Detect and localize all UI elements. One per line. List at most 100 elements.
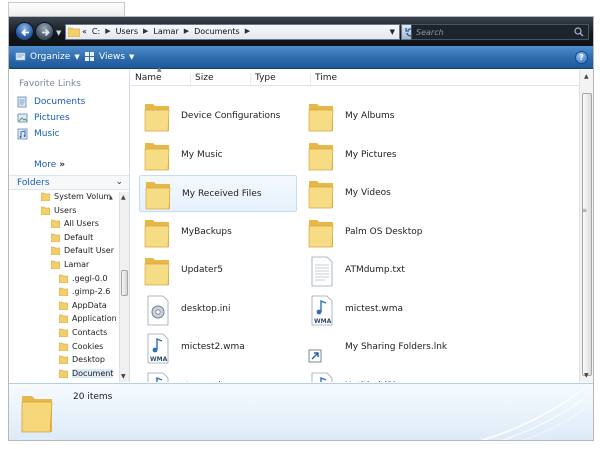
file-name: mictest.wma <box>345 303 404 314</box>
folder-tree-label: Contacts <box>72 328 108 337</box>
decorative-swoosh <box>480 387 586 440</box>
shortcut-icon <box>308 349 322 363</box>
breadcrumb-c[interactable]: C: <box>92 27 100 36</box>
file-item[interactable]: WMA Untitled (2).wma <box>303 368 461 383</box>
file-item[interactable]: Device Configurations <box>139 98 297 135</box>
file-item[interactable]: WMA stereomix.wma <box>139 368 297 383</box>
file-item[interactable]: My Videos <box>303 175 461 212</box>
organize-button[interactable]: Organize ▼ <box>15 51 80 62</box>
favorite-documents[interactable]: Documents <box>17 96 85 108</box>
organize-dropdown-icon: ▼ <box>74 52 80 61</box>
file-item[interactable]: My Albums <box>303 98 461 135</box>
help-button[interactable]: ? <box>575 51 588 64</box>
folder-tree-item[interactable]: Document <box>59 368 114 378</box>
folder-icon <box>21 396 53 433</box>
file-item[interactable]: My Received Files <box>139 175 297 212</box>
folder-tree-item[interactable]: Users <box>41 206 76 215</box>
file-name: Untitled (2).wma <box>345 381 421 383</box>
forward-button[interactable] <box>35 22 54 41</box>
folder-tree-label: Lamar <box>64 260 90 269</box>
folder-tree-item[interactable]: AppData <box>59 301 107 310</box>
folder-tree-label: All Users <box>64 219 99 229</box>
address-path-box[interactable]: « C: ▶ Users ▶ Lamar ▶ Documents ▶ ▼ <box>65 24 400 40</box>
breadcrumb-separator-icon[interactable]: ▶ <box>143 27 148 36</box>
folder-tree-item[interactable]: System Volum <box>41 192 111 201</box>
breadcrumb-separator-icon[interactable]: ▶ <box>245 27 250 36</box>
scroll-up-icon[interactable]: ▲ <box>584 73 589 80</box>
forward-arrow-icon <box>42 28 50 37</box>
address-dropdown-icon[interactable]: ▼ <box>390 28 395 36</box>
file-item[interactable]: Updater5 <box>139 252 297 289</box>
column-header-size[interactable]: Size <box>195 73 251 86</box>
file-grid: Device Configurations My Albums My Music My… <box>131 86 579 382</box>
scroll-up-icon[interactable]: ▲ <box>121 194 126 201</box>
folder-icon <box>68 27 80 37</box>
window-title-tab <box>8 2 125 16</box>
file-name: desktop.ini <box>181 303 231 314</box>
favorite-pictures[interactable]: Pictures <box>17 112 70 124</box>
file-item[interactable]: desktop.ini <box>139 291 297 328</box>
folder-tree-scrollbar[interactable]: ▲ ▼ <box>119 192 129 382</box>
search-icon[interactable] <box>574 27 584 37</box>
file-item[interactable]: WMA mictest.wma <box>303 291 461 328</box>
file-name: MyBackups <box>181 226 232 237</box>
folder-tree-label: Default User <box>64 246 115 256</box>
favorite-label: Pictures <box>34 113 70 123</box>
file-item[interactable]: MyBackups <box>139 214 297 251</box>
file-item[interactable]: ATMdump.txt <box>303 252 461 289</box>
breadcrumb-documents[interactable]: Documents <box>194 27 240 36</box>
scrollbar-thumb[interactable] <box>121 270 128 296</box>
folder-tree-item[interactable]: Default <box>51 233 93 242</box>
file-item[interactable]: My Pictures <box>303 137 461 174</box>
folder-icon <box>144 142 170 170</box>
folder-tree-item[interactable]: Cookies <box>59 342 103 351</box>
breadcrumb-separator-icon[interactable]: ▶ <box>184 27 189 36</box>
favorite-music[interactable]: Music <box>17 128 60 140</box>
folder-icon <box>308 104 334 132</box>
folder-tree-item[interactable]: .gimp-2.6 <box>59 287 110 297</box>
file-name: My Videos <box>345 188 391 198</box>
views-dropdown-icon: ▼ <box>129 52 135 61</box>
wma-file-icon: WMA <box>147 372 169 382</box>
folders-header[interactable]: Folders ⌄ <box>9 175 129 190</box>
folder-tree-item[interactable]: Desktop <box>59 355 105 365</box>
scrollbar-thumb[interactable] <box>582 93 592 376</box>
scroll-down-icon[interactable]: ▼ <box>584 372 589 379</box>
folder-tree-item[interactable]: Contacts <box>59 328 107 337</box>
breadcrumb-users[interactable]: Users <box>116 27 138 36</box>
search-input[interactable] <box>416 26 566 38</box>
views-button[interactable]: Views ▼ <box>84 51 134 62</box>
file-item[interactable]: My Sharing Folders.lnk <box>303 329 461 366</box>
column-header-time[interactable]: Time <box>315 73 371 86</box>
back-button[interactable] <box>15 22 34 41</box>
recent-pages-dropdown[interactable]: ▼ <box>56 29 61 37</box>
file-name: stereomix.wma <box>181 381 250 383</box>
folder-icon <box>308 142 334 170</box>
column-header-name[interactable]: Name <box>135 73 191 86</box>
column-header-type[interactable]: Type <box>255 73 311 86</box>
folder-tree-item[interactable]: All Users <box>51 219 99 229</box>
folder-icon <box>41 206 50 215</box>
file-list-scrollbar[interactable]: ▲ ≡ ▼ <box>579 70 593 382</box>
breadcrumb-overflow[interactable]: « <box>82 27 87 36</box>
file-name: Palm OS Desktop <box>345 226 423 237</box>
expand-arrow-icon[interactable]: ▲ <box>109 195 113 201</box>
folder-tree-item[interactable]: Application <box>59 314 117 324</box>
breadcrumb-lamar[interactable]: Lamar <box>153 27 178 36</box>
file-name: mictest2.wma <box>181 342 245 352</box>
folder-tree-label: Application <box>72 314 117 324</box>
folder-tree-item[interactable]: Default User <box>51 246 115 256</box>
favorite-links-heading: Favorite Links <box>19 79 81 89</box>
folder-tree-item[interactable]: Lamar <box>51 260 89 269</box>
file-item[interactable]: WMA mictest2.wma <box>139 329 297 366</box>
breadcrumb-separator-icon[interactable]: ▶ <box>105 27 110 36</box>
file-item[interactable]: Palm OS Desktop <box>303 214 461 251</box>
search-box[interactable] <box>411 24 589 40</box>
more-chevron-icon: » <box>59 160 66 170</box>
file-item[interactable]: My Music <box>139 137 297 174</box>
folder-tree-item[interactable]: .gegl-0.0 <box>59 274 107 283</box>
views-label: Views <box>99 51 126 62</box>
scroll-down-icon[interactable]: ▼ <box>121 373 126 380</box>
pictures-icon <box>17 113 28 123</box>
more-links-button[interactable]: More » <box>34 160 65 170</box>
